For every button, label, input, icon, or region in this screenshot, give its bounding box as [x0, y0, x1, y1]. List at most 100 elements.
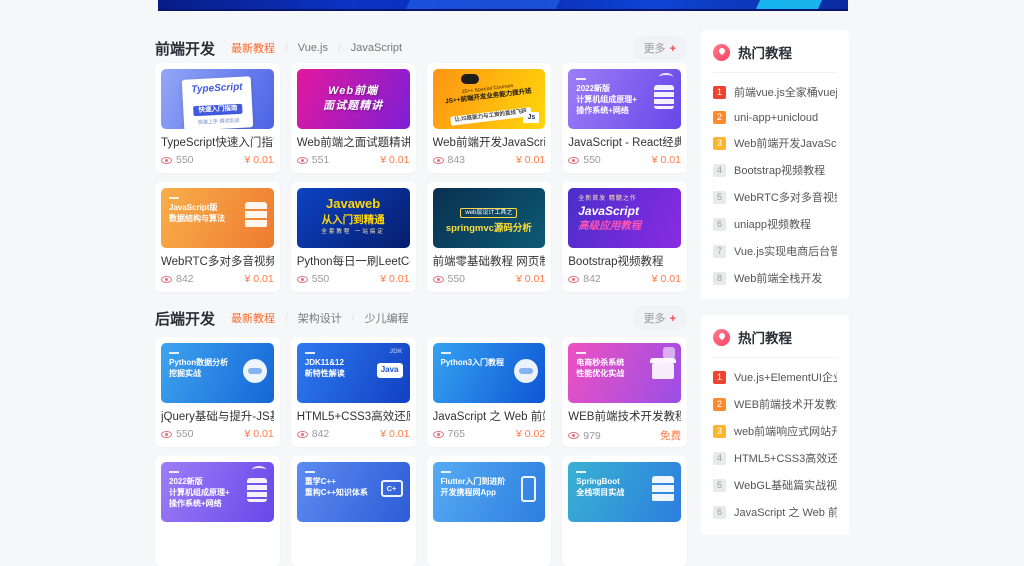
rank-badge: 1 — [713, 86, 726, 99]
course-card[interactable]: 全新首发 精髓之作 JavaScript 高级应用教程 Bootstrap视频教… — [562, 182, 687, 292]
hot-item[interactable]: 4HTML5+CSS3高效还原PSD... — [713, 450, 837, 466]
course-footer: 765 ¥ 0.02 — [433, 428, 546, 440]
course-card[interactable]: JS++ Special Courses JS++前端开发业务能力提升班 让JS… — [427, 63, 552, 173]
course-price: ¥ 0.01 — [245, 428, 274, 440]
course-footer: 551 ¥ 0.01 — [297, 154, 410, 166]
tab-latest[interactable]: 最新教程 — [231, 40, 275, 56]
hot-item[interactable]: 6JavaScript 之 Web 前端 — [713, 504, 837, 520]
course-thumbnail: 全新首发 精髓之作 JavaScript 高级应用教程 — [568, 188, 681, 248]
hot-item-label: WEB前端技术开发教程 — [734, 396, 837, 412]
course-price: ¥ 0.01 — [380, 428, 409, 440]
dash-decoration — [576, 352, 586, 354]
eye-icon — [161, 276, 172, 283]
tab-architecture[interactable]: 架构设计 — [298, 310, 342, 326]
thumb-text-group: 2022新版 计算机组成原理+ 操作系统+网络 — [169, 471, 266, 509]
hot-item[interactable]: 1前端vue.js全家桶vuejs教程vu — [713, 84, 837, 100]
eye-icon — [297, 431, 308, 438]
hot-item[interactable]: 1Vue.js+ElementUI企业级管 — [713, 369, 837, 385]
hot-item-label: Vue.js+ElementUI企业级管 — [734, 369, 837, 385]
hot-tutorials-frontend: 热门教程 1前端vue.js全家桶vuejs教程vu 2uni-app+unic… — [701, 30, 849, 299]
thumb-text: Python数据分析 — [169, 358, 266, 369]
hot-item[interactable]: 4 Bootstrap视频教程 — [713, 162, 837, 178]
rank-badge: 6 — [713, 218, 726, 231]
course-card[interactable]: JDK11&12 新特性解读 JDK Java HTML5+CSS3高效还原..… — [291, 337, 416, 447]
more-button[interactable]: 更多+ — [633, 306, 687, 330]
hot-item[interactable]: 3Web前端开发JavaScript高薪课 — [713, 135, 837, 151]
rank-badge: 2 — [713, 398, 726, 411]
thumb-text: 2022新版 — [576, 84, 673, 95]
course-card[interactable]: JavaScript版 数据结构与算法 WebRTC多对多音视频... 842 … — [155, 182, 280, 292]
course-footer: 842 ¥ 0.01 — [568, 273, 681, 285]
dash-decoration — [576, 471, 586, 473]
section-backend: 后端开发 最新教程 / 架构设计 / 少儿编程 更多+ Python数据分析 挖… — [155, 308, 687, 566]
eye-icon — [568, 157, 579, 164]
view-count-value: 550 — [176, 154, 194, 166]
carousel-banner[interactable] — [158, 0, 848, 11]
tab-kids-coding[interactable]: 少儿编程 — [365, 310, 409, 326]
hot-item[interactable]: 6uniapp视频教程 — [713, 216, 837, 232]
course-card[interactable]: Flutter入门到进阶 开发携程网App — [427, 456, 552, 566]
course-thumbnail: 2022新版 计算机组成原理+ 操作系统+网络 — [568, 69, 681, 129]
course-footer: 550 ¥ 0.01 — [161, 154, 274, 166]
course-title: JavaScript 之 Web 前端 — [433, 408, 546, 424]
view-count-value: 550 — [312, 273, 330, 285]
course-thumbnail: 重学C++ 重构C++知识体系 C+ — [297, 462, 410, 522]
course-card[interactable]: Python数据分析 挖掘实战 jQuery基础与提升-JS基... 550 ¥… — [155, 337, 280, 447]
course-card[interactable]: Javaweb 从入门到精通 全套教程 一站搞定 Python每日一刷LeetC… — [291, 182, 416, 292]
hot-item-label: Bootstrap视频教程 — [734, 162, 825, 178]
rank-badge: 4 — [713, 164, 726, 177]
thumb-text: 全栈项目实战 — [576, 488, 673, 499]
course-card[interactable]: TypeScript 快速入门指南 快速上手 调试实战 TypeScript快速… — [155, 63, 280, 173]
course-footer: 842 ¥ 0.01 — [161, 273, 274, 285]
course-card[interactable]: 2022新版 计算机组成原理+ 操作系统+网络 — [155, 456, 280, 566]
eye-icon — [433, 276, 444, 283]
hot-item[interactable]: 5WebRTC多对多音视频会议 — [713, 189, 837, 205]
view-count-value: 551 — [312, 154, 330, 166]
course-price: ¥ 0.01 — [245, 273, 274, 285]
hot-item[interactable]: 5WebGL基础篇实战视频课程 — [713, 477, 837, 493]
eye-icon — [568, 432, 579, 439]
course-card[interactable]: 2022新版 计算机组成原理+ 操作系统+网络 JavaScript - Rea… — [562, 63, 687, 173]
dash-decoration — [305, 471, 315, 473]
tab-separator: / — [352, 313, 355, 324]
course-footer: 842 ¥ 0.01 — [297, 428, 410, 440]
tab-vuejs[interactable]: Vue.js — [298, 42, 328, 54]
thumb-text: 操作系统+网络 — [169, 499, 266, 510]
hot-item[interactable]: 2 WEB前端技术开发教程 — [713, 396, 837, 412]
hot-item[interactable]: 8Web前端全栈开发 — [713, 270, 837, 286]
hot-item[interactable]: 2uni-app+unicloud — [713, 111, 837, 124]
course-footer: 843 ¥ 0.01 — [433, 154, 546, 166]
thumb-text: 重学C++ — [305, 477, 402, 488]
course-card[interactable]: 电商秒杀系统 性能优化实战 WEB前端技术开发教程 979 免费 — [562, 337, 687, 447]
thumb-text: 2022新版 — [169, 477, 266, 488]
course-footer: 979 免费 — [568, 428, 681, 443]
tab-latest[interactable]: 最新教程 — [231, 310, 275, 326]
dash-decoration — [169, 352, 179, 354]
thumb-text: Web前端 — [328, 84, 378, 99]
course-thumbnail: TypeScript 快速入门指南 快速上手 调试实战 — [161, 69, 274, 129]
view-count: 843 — [433, 154, 466, 166]
tab-javascript[interactable]: JavaScript — [351, 42, 402, 54]
hot-item[interactable]: 3web前端响应式网站开发系列... — [713, 423, 837, 439]
view-count-value: 550 — [176, 428, 194, 440]
tab-separator: / — [285, 313, 288, 324]
course-card[interactable]: Python3入门教程 JavaScript 之 Web 前端 765 ¥ 0.… — [427, 337, 552, 447]
course-card[interactable]: SpringBoot 全栈项目实战 — [562, 456, 687, 566]
course-card[interactable]: 重学C++ 重构C++知识体系 C+ — [291, 456, 416, 566]
view-count: 842 — [568, 273, 601, 285]
view-count: 765 — [433, 428, 466, 440]
rank-badge: 8 — [713, 272, 726, 285]
hot-item-label: web前端响应式网站开发系列... — [734, 423, 837, 439]
hot-item[interactable]: 7Vue.js实现电商后台管理系统 — [713, 243, 837, 259]
eye-icon — [161, 157, 172, 164]
eye-icon — [297, 276, 308, 283]
more-button[interactable]: 更多+ — [633, 36, 687, 60]
thumb-text-group: Python3入门教程 — [441, 352, 538, 369]
view-count-value: 550 — [448, 273, 466, 285]
hot-item-label: WebGL基础篇实战视频课程 — [734, 477, 837, 493]
course-card[interactable]: Web前端 面试题精讲 Web前端之面试题精讲 551 ¥ 0.01 — [291, 63, 416, 173]
thumb-text-group: Python数据分析 挖掘实战 — [169, 352, 266, 380]
page-content: 前端开发 最新教程 / Vue.js / JavaScript 更多+ Type… — [155, 30, 849, 566]
thumb-text: Python3入门教程 — [441, 358, 538, 369]
course-card[interactable]: web层设计工具之 springmvc源码分析 前端零基础教程 网页制... 5… — [427, 182, 552, 292]
